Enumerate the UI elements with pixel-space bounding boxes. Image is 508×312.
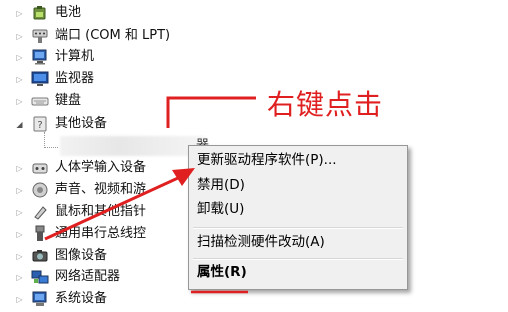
annotation-label: 右键点击 — [267, 88, 384, 121]
annotation-arrow-head — [172, 168, 195, 186]
annotation-bracket — [166, 96, 256, 128]
annotation-arrow-shaft — [44, 176, 179, 241]
annotation-overlay — [44, 96, 256, 294]
